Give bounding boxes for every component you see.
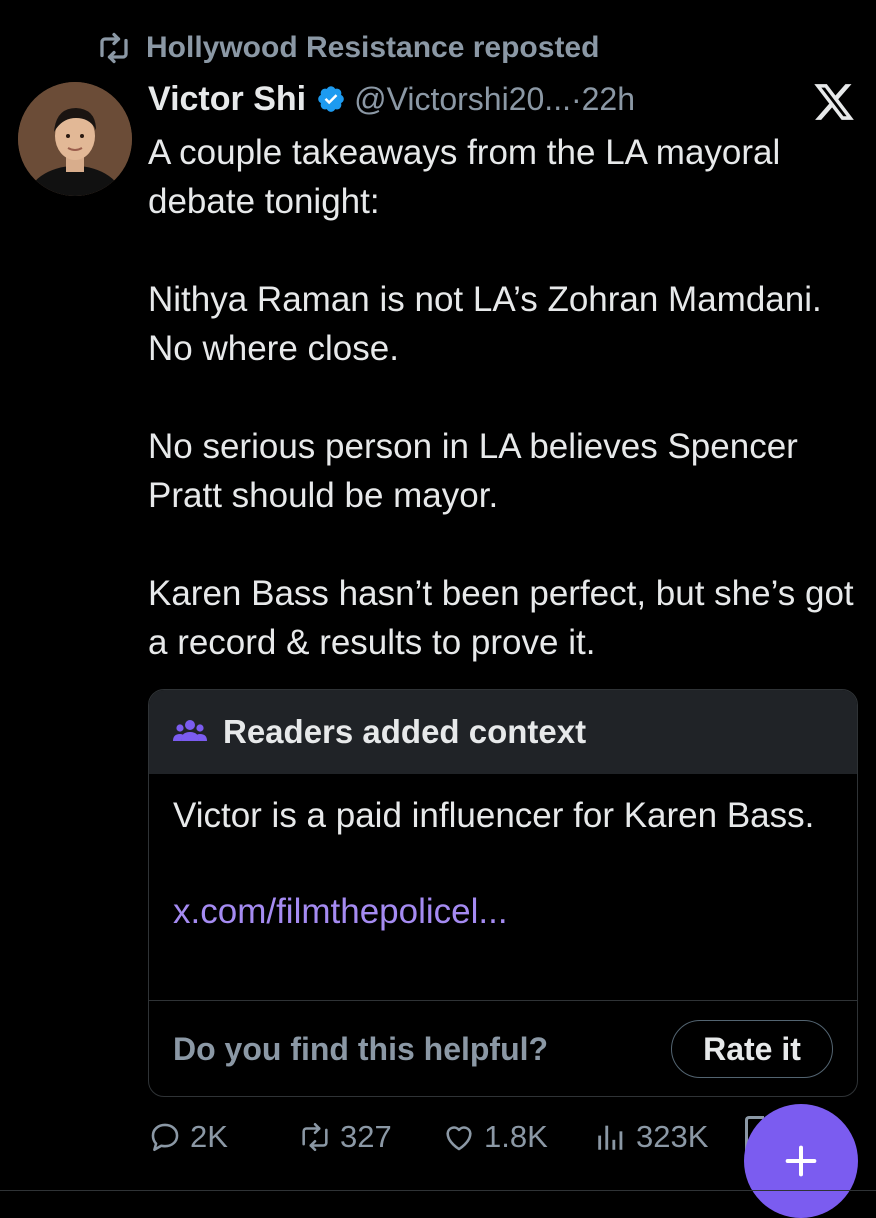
repost-icon <box>100 32 128 64</box>
compose-button[interactable] <box>744 1104 858 1218</box>
tweet-paragraph: A couple takeaways from the LA mayoral d… <box>148 133 781 221</box>
tweet-paragraph: No serious person in LA believes Spencer… <box>148 427 798 515</box>
author-name[interactable]: Victor Shi <box>148 80 306 119</box>
community-note-header: Readers added context <box>149 690 857 774</box>
x-logo-icon[interactable] <box>812 80 856 124</box>
tweet-header: Victor Shi @Victorshi20... · 22h <box>148 76 635 122</box>
plus-icon <box>785 1145 817 1177</box>
rate-it-button[interactable]: Rate it <box>671 1020 833 1078</box>
community-note-card[interactable]: Readers added context Victor is a paid i… <box>148 689 858 1097</box>
verified-badge-icon[interactable] <box>316 84 346 114</box>
author-handle[interactable]: @Victorshi20... <box>354 81 571 118</box>
tweet-paragraph: Nithya Raman is not LA’s Zohran Mamdani.… <box>148 280 822 368</box>
action-bar: 2K 327 1.8K 323K <box>148 1112 748 1162</box>
views-count: 323K <box>636 1119 709 1154</box>
divider <box>0 1190 876 1191</box>
repost-line[interactable]: Hollywood Resistance reposted <box>94 28 599 68</box>
repost-label: Hollywood Resistance reposted <box>146 31 600 64</box>
tweet-text: A couple takeaways from the LA mayoral d… <box>148 128 863 667</box>
community-note-text: Victor is a paid influencer for Karen Ba… <box>173 796 815 835</box>
community-note-footer: Do you find this helpful? Rate it <box>173 1001 833 1096</box>
reply-count: 2K <box>190 1119 228 1154</box>
community-note-body: Victor is a paid influencer for Karen Ba… <box>149 774 857 1004</box>
reply-button[interactable]: 2K <box>148 1112 228 1162</box>
tweet-time[interactable]: 22h <box>582 81 635 118</box>
heart-icon <box>446 1126 472 1151</box>
repost-button[interactable]: 327 <box>298 1112 392 1162</box>
repost-icon <box>302 1122 328 1152</box>
community-note-title: Readers added context <box>223 713 587 750</box>
separator-dot: · <box>570 80 582 117</box>
reply-icon <box>151 1123 179 1152</box>
community-note-link[interactable]: x.com/filmthepolicel... <box>173 888 833 936</box>
tweet-paragraph: Karen Bass hasn’t been perfect, but she’… <box>148 574 854 662</box>
people-icon <box>173 720 207 741</box>
like-button[interactable]: 1.8K <box>442 1112 548 1162</box>
views-button[interactable]: 323K <box>594 1112 708 1162</box>
helpful-question: Do you find this helpful? <box>173 1030 549 1067</box>
like-count: 1.8K <box>484 1119 548 1154</box>
avatar[interactable] <box>18 82 132 196</box>
repost-count: 327 <box>340 1119 392 1154</box>
views-icon <box>598 1125 623 1150</box>
